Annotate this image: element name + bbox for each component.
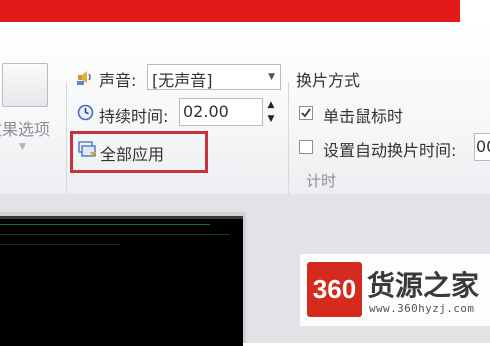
duration-label: 持续时间: [99, 107, 169, 126]
duration-spinner[interactable]: ▲ ▼ [262, 98, 280, 126]
sound-select-value: [无声音] [152, 71, 213, 90]
ribbon-separator [288, 82, 289, 212]
top-banner [0, 0, 460, 22]
auto-advance-checkbox[interactable] [299, 140, 313, 154]
clock-icon [77, 104, 94, 121]
advance-slide-title: 换片方式 [296, 71, 361, 90]
checkmark-icon [301, 108, 311, 118]
effect-options-dropdown-icon[interactable]: ▼ [19, 142, 26, 152]
highlight-box [70, 131, 208, 173]
auto-advance-label: 设置自动换片时间: [323, 141, 457, 160]
sound-select[interactable]: [无声音] ▼ [147, 64, 281, 90]
auto-advance-time-value: 00 [476, 137, 490, 156]
effect-options-label: 效果选项 [0, 120, 51, 139]
on-click-label: 单击鼠标时 [323, 107, 404, 126]
spin-down-icon[interactable]: ▼ [262, 112, 280, 126]
watermark-url: www.360hyzj.com [369, 302, 475, 315]
effect-options-button[interactable] [2, 63, 48, 107]
auto-advance-time-input[interactable]: 00 [474, 133, 490, 161]
timing-group-label: 计时 [306, 172, 337, 190]
banner-gap [460, 0, 490, 22]
ribbon-separator [66, 82, 67, 212]
slide-preview[interactable] [0, 216, 243, 346]
slide-decoration [0, 224, 210, 225]
slide-decoration [0, 244, 120, 245]
on-click-checkbox[interactable] [299, 106, 313, 120]
watermark-logo: 360 [307, 262, 362, 317]
sound-label: 声音: [99, 71, 137, 90]
slide-decoration [0, 234, 230, 235]
duration-input[interactable]: 02.00 [179, 98, 263, 126]
duration-value: 02.00 [183, 102, 229, 121]
sound-icon [76, 68, 94, 86]
dropdown-arrow-icon[interactable]: ▼ [268, 72, 275, 82]
watermark-title: 货源之家 [367, 269, 480, 302]
spin-up-icon[interactable]: ▲ [262, 98, 280, 112]
